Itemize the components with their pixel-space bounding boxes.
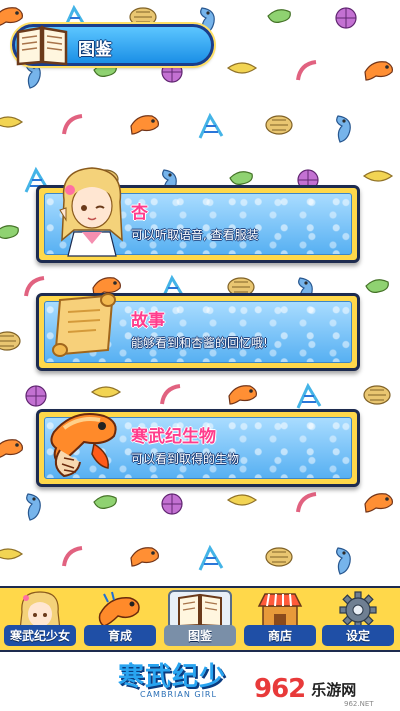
anomalocaris-icon [34, 402, 124, 486]
creature-pattern-tile [332, 4, 360, 36]
creature-pattern-tile [264, 112, 294, 142]
creature-pattern-tile [0, 112, 24, 136]
nav-label: 商店 [244, 625, 316, 646]
creature-pattern-tile [226, 382, 260, 410]
card-title: 寒武纪生物 [131, 427, 216, 447]
creature-pattern-tile [332, 112, 358, 148]
anime-girl-portrait [52, 160, 132, 264]
watermark-domain: 962.NET [344, 700, 374, 708]
nav-cambrian-girl[interactable]: 寒武纪少女 [4, 590, 76, 648]
nav-encyclopedia[interactable]: 图鉴 [164, 590, 236, 648]
page-title: 图鉴 [78, 40, 112, 60]
creature-pattern-tile [226, 58, 258, 82]
creature-pattern-tile [128, 544, 162, 572]
nav-settings[interactable]: 设定 [322, 590, 394, 648]
scroll-icon [50, 290, 120, 364]
creature-pattern-tile [60, 544, 86, 574]
creature-pattern-tile [362, 382, 392, 412]
game-logo: 寒武纪少 [118, 662, 227, 692]
creature-icon [88, 590, 152, 630]
creature-pattern-tile [0, 544, 24, 568]
nav-label: 育成 [84, 625, 156, 646]
creature-pattern-tile [226, 490, 258, 514]
creature-pattern-tile [294, 58, 320, 88]
gear-icon [326, 590, 390, 630]
nav-label: 图鉴 [164, 625, 236, 646]
creature-pattern-tile [196, 544, 226, 578]
creature-pattern-tile [158, 382, 184, 412]
creature-pattern-tile [362, 274, 392, 300]
watermark-text: 乐游网 [311, 680, 357, 699]
watermark-number: 962 [254, 674, 306, 704]
girl-avatar-icon [8, 590, 72, 630]
creature-pattern-tile [264, 544, 294, 574]
creature-pattern-tile [0, 328, 22, 358]
book-icon [168, 590, 232, 630]
creature-pattern-tile [128, 112, 162, 140]
card-subtitle: 可以看到取得的生物 [131, 452, 240, 466]
shop-icon [248, 590, 312, 630]
game-logo-subtitle: CAMBRIAN GIRL [140, 690, 217, 699]
creature-pattern-tile [158, 490, 186, 522]
card-subtitle: 能够看到和杏酱的回忆哦! [131, 336, 268, 350]
creature-pattern-tile [362, 490, 396, 518]
open-book-icon [14, 22, 70, 66]
card-subtitle: 可以听取语音, 查看服装 [131, 228, 259, 242]
creature-pattern-tile [22, 490, 48, 526]
creature-pattern-tile [264, 4, 294, 30]
creature-pattern-tile [90, 490, 120, 516]
creature-pattern-tile [362, 166, 394, 190]
card-title: 故事 [131, 311, 165, 331]
creature-pattern-tile [196, 112, 226, 146]
nav-shop[interactable]: 商店 [244, 590, 316, 648]
creature-pattern-tile [294, 490, 320, 520]
creature-pattern-tile [362, 58, 396, 86]
nav-label: 设定 [322, 625, 394, 646]
nav-training[interactable]: 育成 [84, 590, 156, 648]
nav-label: 寒武纪少女 [4, 625, 76, 646]
creature-pattern-tile [60, 112, 86, 142]
card-title: 杏 [131, 203, 148, 223]
creature-pattern-tile [332, 544, 358, 580]
creature-pattern-tile [0, 436, 26, 464]
creature-pattern-tile [0, 220, 22, 246]
